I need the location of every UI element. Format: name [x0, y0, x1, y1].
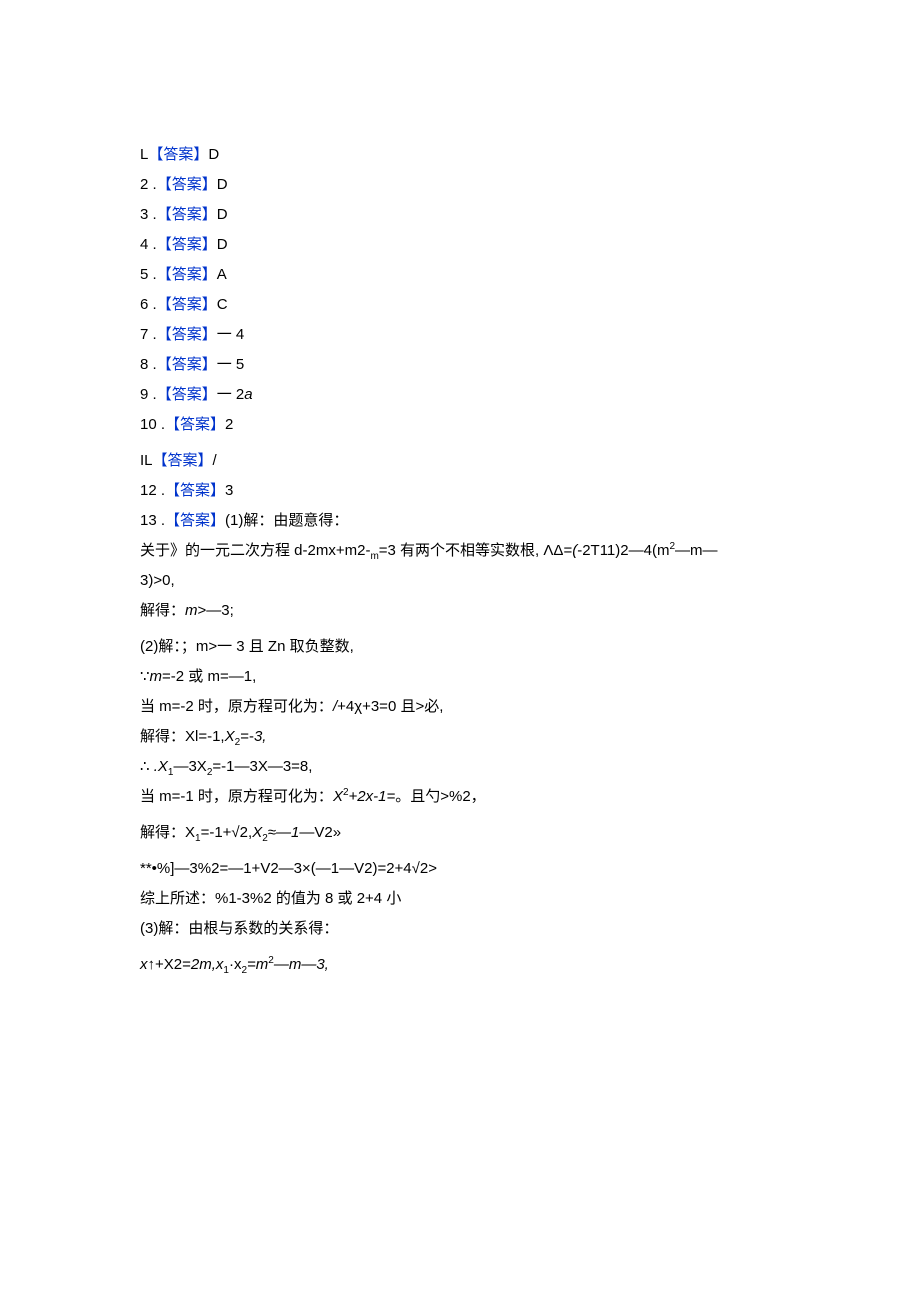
text-line: ∴ .X1—3X2=-1—3X—3=8, — [140, 752, 780, 782]
answer-line: 7 .【答案】一 4 — [140, 320, 780, 350]
answer-label: 【答案】 — [157, 176, 217, 193]
text-line: 综上所述：%1-3%2 的值为 8 或 2+4 小 — [140, 884, 780, 914]
answer-line: 2 .【答案】D — [140, 170, 780, 200]
answer-label: 【答案】 — [157, 356, 217, 373]
answer-label: 【答案】 — [157, 236, 217, 253]
text-line: ∵m=-2 或 m=—1, — [140, 662, 780, 692]
answer-line: 6 .【答案】C — [140, 290, 780, 320]
text-line: 解得：Xl=-1,X2=-3, — [140, 722, 780, 752]
answer-line: L【答案】D — [140, 140, 780, 170]
text-line: 解得：X1=-1+√2,X2≈—1—V2» — [140, 818, 780, 848]
answer-line: 4 .【答案】D — [140, 230, 780, 260]
answer-label: 【答案】 — [165, 416, 225, 433]
answer-line: 9 .【答案】一 2a — [140, 380, 780, 410]
answer-label: 【答案】 — [153, 452, 213, 469]
text-line: 关于》的一元二次方程 d-2mx+m2-m=3 有两个不相等实数根, ΛΔ=(-… — [140, 536, 780, 566]
text-line: (2)解：；m>一 3 且 Zn 取负整数, — [140, 632, 780, 662]
answer-line: 13 .【答案】(1)解：由题意得： — [140, 506, 780, 536]
answer-label: 【答案】 — [157, 296, 217, 313]
answer-label: 【答案】 — [165, 482, 225, 499]
answer-line: 8 .【答案】一 5 — [140, 350, 780, 380]
answer-label: 【答案】 — [157, 206, 217, 223]
answer-line: 3 .【答案】D — [140, 200, 780, 230]
answer-label: 【答案】 — [157, 326, 217, 343]
text-line: **•%]—3%2=—1+V2—3×(—1—V2)=2+4√2> — [140, 854, 780, 884]
answer-line: 5 .【答案】A — [140, 260, 780, 290]
answer-label: 【答案】 — [165, 512, 225, 529]
answer-line: IL【答案】/ — [140, 446, 780, 476]
answer-line: 12 .【答案】3 — [140, 476, 780, 506]
text-line: 解得：m>—3; — [140, 596, 780, 626]
document-content: L【答案】D2 .【答案】D3 .【答案】D4 .【答案】D5 .【答案】A6 … — [140, 140, 780, 980]
text-line: 当 m=-1 时，原方程可化为：X2+2x-1=。且勺>%2， — [140, 782, 780, 812]
text-line: 3)>0, — [140, 566, 780, 596]
answer-label: 【答案】 — [157, 386, 217, 403]
text-line: (3)解：由根与系数的关系得： — [140, 914, 780, 944]
document-page: L【答案】D2 .【答案】D3 .【答案】D4 .【答案】D5 .【答案】A6 … — [0, 0, 780, 1040]
text-line: 当 m=-2 时，原方程可化为：/+4χ+3=0 且>必, — [140, 692, 780, 722]
text-line: x↑+X2=2m,x1·x2=m2—m—3, — [140, 950, 780, 980]
answer-label: 【答案】 — [148, 146, 208, 163]
answer-line: 10 .【答案】2 — [140, 410, 780, 440]
answer-label: 【答案】 — [157, 266, 217, 283]
